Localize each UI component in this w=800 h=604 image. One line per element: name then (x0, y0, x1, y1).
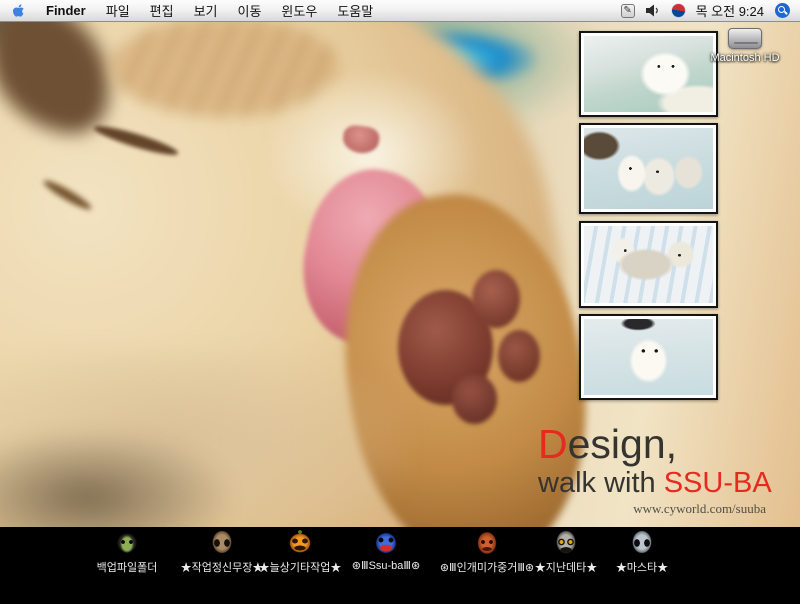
cat-paw-pad-toe3 (452, 374, 497, 424)
input-pen-icon[interactable]: ✎ (621, 4, 635, 18)
menu-bar-status-area: ✎ 목 오전 9:24 (621, 1, 800, 20)
title-line2-accent: SSU-BA (664, 467, 772, 499)
wallpaper-title-block: Design, walk with SSU-BA www.cyworld.com… (538, 424, 794, 517)
kitten-photo-2 (584, 128, 713, 209)
wallpaper-bottom-shadow (0, 432, 230, 527)
volume-icon[interactable] (646, 4, 661, 17)
kitten-photo-frame-3 (579, 221, 718, 308)
menu-view[interactable]: 보기 (184, 1, 228, 20)
spotlight-icon[interactable] (775, 3, 790, 18)
menu-bar: Finder 파일 편집 보기 이동 윈도우 도움말 ✎ 목 오전 9:24 (0, 0, 800, 22)
cat-paw-pad-toe2 (498, 330, 540, 382)
gray-alien-face-icon (627, 529, 657, 557)
wallpaper-title-line1: Design, (538, 424, 794, 465)
apple-menu[interactable] (0, 0, 36, 21)
desktop-bottom-band: 백업파일폴더 ★작업정신무장★ ★늘상기타작업★ ⊛ⅢSsu-baⅢ⊛ ⊛Ⅲ인개… (0, 527, 800, 604)
desktop-icon-master[interactable]: ★마스타★ (572, 529, 712, 575)
menu-bar-clock[interactable]: 목 오전 9:24 (696, 1, 764, 20)
kitten-photo-4 (584, 319, 713, 395)
pumpkin-face-icon (285, 529, 315, 557)
menu-window[interactable]: 윈도우 (271, 1, 327, 20)
title-rest: esign, (568, 421, 677, 467)
desktop-icon-macintosh-hd[interactable]: Macintosh HD (704, 28, 786, 64)
witch-face-icon (112, 529, 142, 557)
apple-logo-icon (12, 3, 26, 18)
desktop-icon-label: ⊛ⅢSsu-baⅢ⊛ (352, 559, 420, 572)
menu-app-name[interactable]: Finder (36, 3, 96, 18)
kitten-photo-frame-1 (579, 31, 718, 117)
title-accent-letter: D (538, 421, 568, 467)
kitten-photo-1 (584, 36, 713, 112)
kitten-photo-frame-2 (579, 123, 718, 214)
menu-help[interactable]: 도움말 (327, 1, 383, 20)
wallpaper-url: www.cyworld.com/suuba (538, 501, 766, 517)
hard-drive-icon (728, 28, 762, 49)
menu-edit[interactable]: 편집 (140, 1, 184, 20)
menu-go[interactable]: 이동 (228, 1, 272, 20)
desktop-icon-label: 백업파일폴더 (97, 559, 158, 575)
kitten-photo-3 (584, 226, 713, 303)
wallpaper-title-line2: walk with SSU-BA (538, 468, 794, 498)
kitten-photo-frame-4 (579, 314, 718, 400)
title-line2-plain: walk with (538, 467, 664, 499)
korean-flag-input-icon[interactable] (672, 4, 685, 17)
blue-devil-face-icon (371, 529, 401, 557)
menu-file[interactable]: 파일 (96, 1, 140, 20)
desktop-icon-label: ★마스타★ (616, 559, 668, 575)
cat-paw-pad-toe1 (472, 270, 520, 328)
hard-drive-label: Macintosh HD (704, 52, 786, 64)
